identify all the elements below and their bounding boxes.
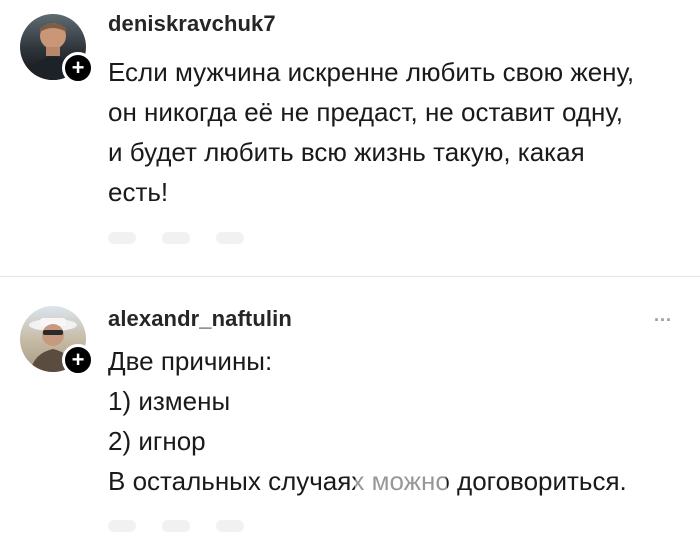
comment-line: Если мужчина искренне любить свою жену, [108, 57, 635, 87]
reply-icon[interactable] [162, 520, 190, 532]
follow-plus-icon[interactable]: + [62, 344, 94, 376]
like-icon[interactable] [108, 520, 136, 532]
action-bar [108, 232, 244, 244]
like-icon[interactable] [108, 232, 136, 244]
comments-feed: + deniskravchuk7 Если мужчина искренне л… [0, 0, 700, 553]
text-overlay-smudge [355, 474, 447, 504]
more-options-icon[interactable]: ... [654, 305, 672, 326]
action-bar [108, 520, 244, 532]
username[interactable]: deniskravchuk7 [108, 11, 276, 37]
share-icon[interactable] [216, 232, 244, 244]
comment-line: и будет любить всю жизнь такую, какая [108, 137, 585, 167]
comment-line: 1) измены [108, 386, 231, 416]
follow-plus-icon[interactable]: + [62, 52, 94, 84]
avatar-container[interactable]: + [20, 306, 94, 376]
username[interactable]: alexandr_naftulin [108, 306, 292, 332]
comment-card: + deniskravchuk7 Если мужчина искренне л… [0, 0, 700, 276]
comment-line: Две причины: [108, 346, 273, 376]
comment-line: он никогда её не предаст, не оставит одн… [108, 97, 624, 127]
share-icon[interactable] [216, 520, 244, 532]
comment-text: Если мужчина искренне любить свою жену, … [108, 52, 688, 212]
comment-line: есть! [108, 177, 169, 207]
avatar-container[interactable]: + [20, 14, 94, 84]
reply-icon[interactable] [162, 232, 190, 244]
comment-line: 2) игнор [108, 426, 206, 456]
comment-card: + alexandr_naftulin ... Две причины: 1) … [0, 277, 700, 553]
